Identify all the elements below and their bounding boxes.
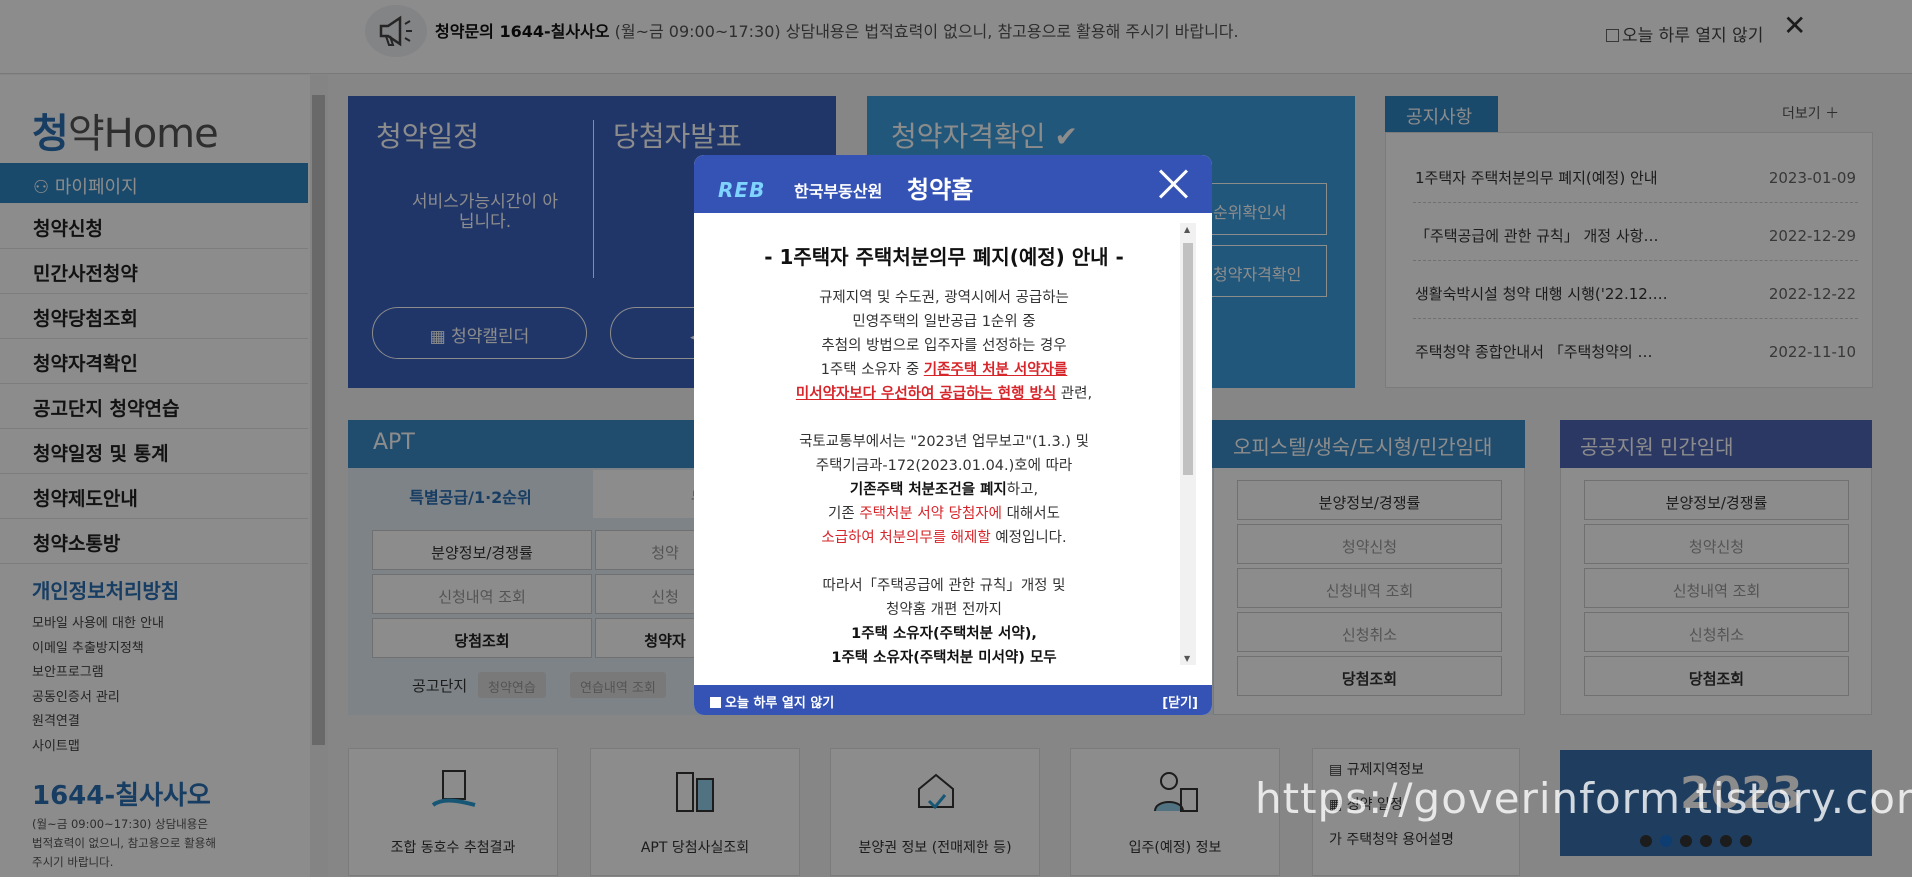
popup-red: 서약 [998,626,1025,642]
popup-line: 규제지역 및 수도권, 광역시에서 공급하는 [819,290,1069,306]
popup-line: 소급하여 처분의무를 해제할 예정입니다. [694,526,1194,547]
popup-line: 청약홈 개편 전까지 [886,602,1002,618]
popup-highlight: 기존주택 처분 서약자를 [923,362,1068,378]
popup-close-icon[interactable] [1158,169,1188,199]
popup-bold: 기존주택 처분조건을 폐지 [849,482,1007,498]
popup-highlight: 미서약자보다 우선하여 공급하는 현행 방식 [795,386,1057,402]
popup-footer: 오늘 하루 열지 않기 [닫기] [694,685,1212,715]
notice-popup: REB 한국부동산원 청약홈 - 1주택자 주택처분의무 폐지(예정) 안내 -… [694,155,1212,715]
popup-text: 하고, [1006,482,1039,498]
popup-body: - 1주택자 주택처분의무 폐지(예정) 안내 - 규제지역 및 수도권, 광역… [694,213,1194,673]
popup-title: 청약홈 [907,176,974,204]
popup-line: 주택기금과-172(2023.01.04.)호에 따라 [815,458,1073,474]
popup-text: 예정입니다. [990,530,1067,546]
popup-line: 기존주택 처분조건을 폐지하고, [694,478,1194,499]
popup-bold: ), [1024,626,1037,642]
popup-bold: 1주택 소유자(주택처분 [831,650,979,666]
popup-line: 민영주택의 일반공급 1순위 중 [852,314,1036,330]
popup-heading: - 1주택자 주택처분의무 폐지(예정) 안내 - [764,245,1124,269]
popup-bold: ) 모두 [1018,650,1057,666]
reb-logo: REB [718,178,766,202]
popup-bold: 1주택 소유자(주택처분 [851,626,999,642]
popup-text: 기존 [828,506,860,522]
popup-text: 1주택 소유자 중 [820,362,924,378]
checkbox-icon[interactable] [710,697,721,708]
popup-red: 미서약 [978,650,1019,666]
popup-line: 미서약자보다 우선하여 공급하는 현행 방식 관련, [694,382,1194,403]
watermark: https://goverinform.tistory.com [1255,774,1912,823]
popup-close-button[interactable]: [닫기] [1162,692,1198,711]
popup-scrollbar[interactable]: ▲ ▼ [1180,223,1196,665]
popup-header: REB 한국부동산원 청약홈 [694,155,1212,213]
scroll-down-icon[interactable]: ▼ [1184,654,1190,663]
popup-text: 관련, [1056,386,1093,402]
popup-line: 기존 주택처분 서약 당첨자에 대해서도 [694,502,1194,523]
popup-text: 대해서도 [1001,506,1060,522]
popup-dont-show-label: 오늘 하루 열지 않기 [725,696,835,711]
popup-line: 추첨의 방법으로 입주자를 선정하는 경우 [821,338,1067,354]
popup-org: 한국부동산원 [794,182,883,201]
popup-line: 따라서「주택공급에 관한 규칙」개정 및 [822,578,1066,594]
popup-scroll-thumb[interactable] [1183,243,1193,475]
popup-red: 소급하여 처분의무를 해제할 [821,530,991,546]
popup-line: 1주택 소유자(주택처분 서약), [694,622,1194,643]
popup-line: 1주택 소유자(주택처분 미서약) 모두 [694,646,1194,667]
popup-line: 국토교통부에서는 "2023년 업무보고"(1.3.) 및 [799,434,1089,450]
scroll-up-icon[interactable]: ▲ [1184,225,1190,234]
popup-red: 주택처분 서약 당첨자에 [859,506,1002,522]
popup-line: 1주택 소유자 중 기존주택 처분 서약자를 [694,358,1194,379]
popup-dont-show-checkbox[interactable]: 오늘 하루 열지 않기 [710,692,834,711]
